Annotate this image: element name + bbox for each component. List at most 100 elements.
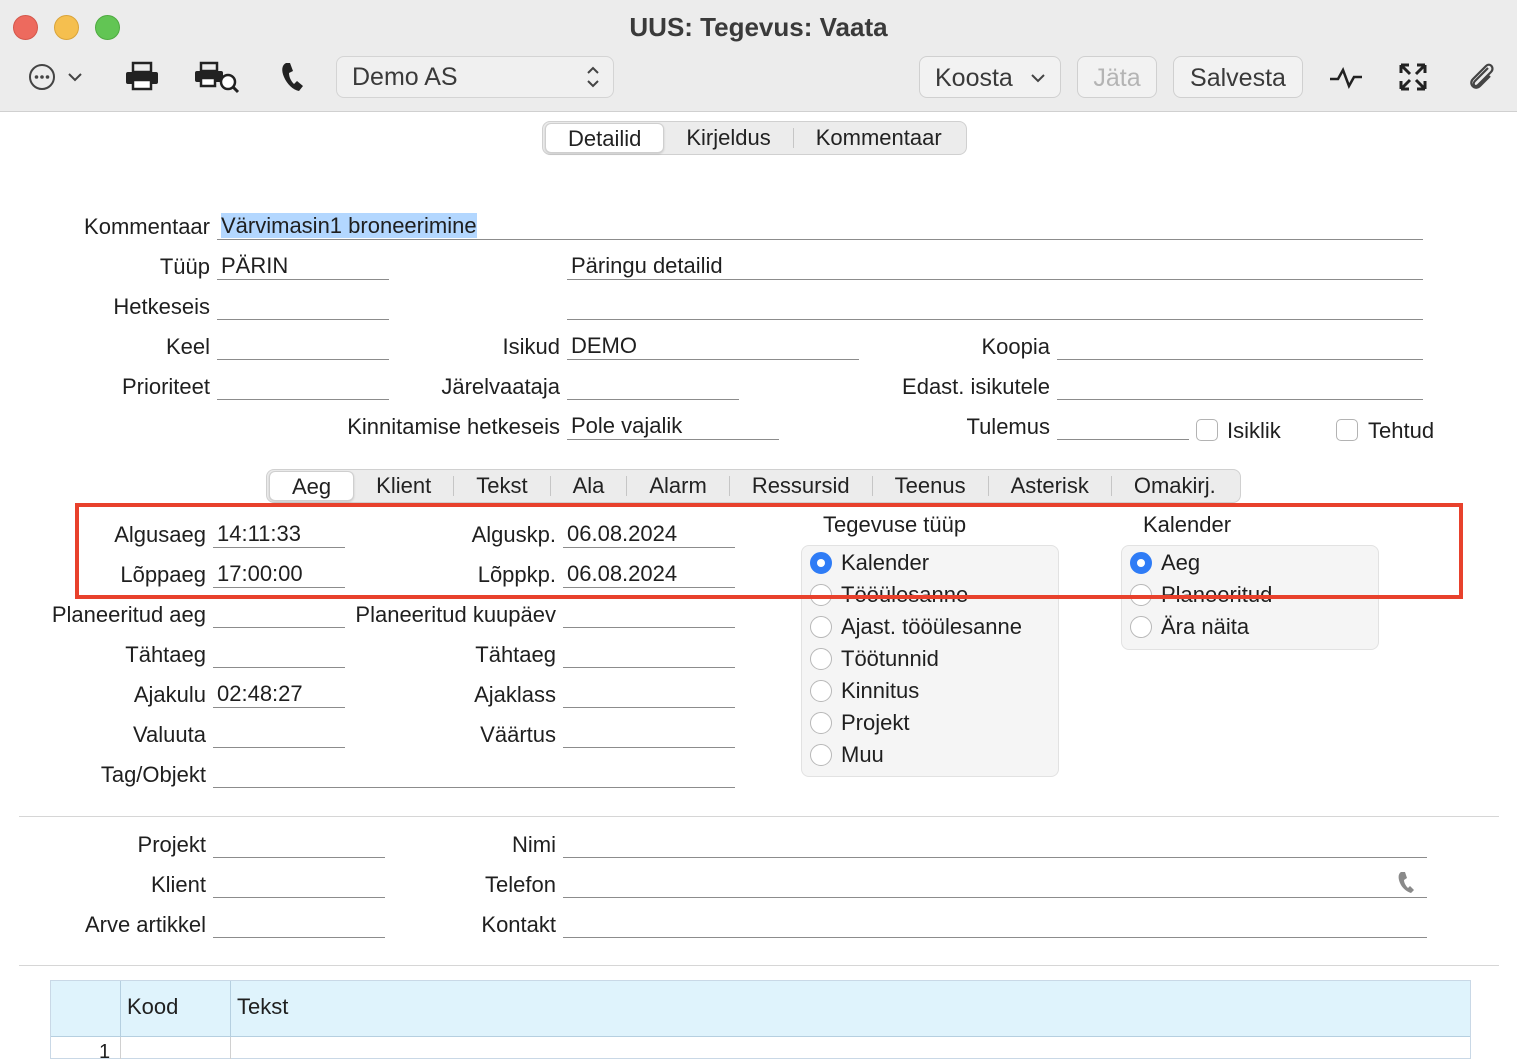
tab-kommentaar[interactable]: Kommentaar xyxy=(794,123,964,153)
print-button[interactable] xyxy=(124,60,160,92)
radio-kinnitus[interactable] xyxy=(810,680,832,702)
jata-button[interactable]: Jäta xyxy=(1077,56,1157,98)
isiklik-checkbox[interactable] xyxy=(1196,419,1218,441)
paringu-detailid-field[interactable]: Päringu detailid xyxy=(567,252,1423,280)
more-actions-button[interactable] xyxy=(28,62,86,92)
nimi-label: Nimi xyxy=(512,832,556,857)
vaartus-label: Väärtus xyxy=(480,722,556,747)
kommentaar-field[interactable]: Värvimasin1 broneerimine xyxy=(217,212,1423,240)
radio-planeeritud-label: Planeeritud xyxy=(1161,582,1273,607)
kinnitamise-hetkeseis-field[interactable]: Pole vajalik xyxy=(567,412,779,440)
alguskp-field[interactable]: 06.08.2024 xyxy=(563,520,735,548)
tab-klient[interactable]: Klient xyxy=(354,471,453,501)
company-select-value: Demo AS xyxy=(352,63,458,91)
print-preview-button[interactable] xyxy=(194,60,240,94)
loppaeg-field[interactable]: 17:00:00 xyxy=(213,560,345,588)
algusaeg-field[interactable]: 14:11:33 xyxy=(213,520,345,548)
radio-muu-label: Muu xyxy=(841,742,884,767)
tab-tekst[interactable]: Tekst xyxy=(454,471,549,501)
tulemus-field[interactable] xyxy=(1057,412,1189,440)
edast-isikutele-label: Edast. isikutele xyxy=(902,374,1050,399)
valuuta-field[interactable] xyxy=(213,720,345,748)
klient-label: Klient xyxy=(150,872,206,897)
radio-ara-naita[interactable] xyxy=(1130,616,1152,638)
tab-asterisk[interactable]: Asterisk xyxy=(989,471,1111,501)
koopia-field[interactable] xyxy=(1057,332,1423,360)
kontakt-field[interactable] xyxy=(563,910,1427,938)
planeeritud-aeg-field[interactable] xyxy=(213,600,345,628)
fullscreen-button[interactable] xyxy=(1398,62,1428,92)
hetkeseis-field[interactable] xyxy=(217,292,389,320)
ellipsis-circle-icon xyxy=(29,64,82,90)
tehtud-checkbox[interactable] xyxy=(1336,419,1358,441)
loppkp-field[interactable]: 06.08.2024 xyxy=(563,560,735,588)
radio-muu[interactable] xyxy=(810,744,832,766)
arve-artikkel-field[interactable] xyxy=(213,910,385,938)
radio-projekt-label: Projekt xyxy=(841,710,910,735)
column-divider xyxy=(120,1037,121,1059)
projekt-label: Projekt xyxy=(137,832,206,857)
radio-projekt[interactable] xyxy=(810,712,832,734)
tuup-field[interactable]: PÄRIN xyxy=(217,252,389,280)
nimi-field[interactable] xyxy=(563,830,1427,858)
updown-chevron-icon xyxy=(585,57,601,109)
salvesta-button[interactable]: Salvesta xyxy=(1173,56,1303,98)
title-bar: UUS: Tegevus: Vaata Demo AS Koosta Jäta … xyxy=(0,0,1517,112)
tab-kirjeldus[interactable]: Kirjeldus xyxy=(664,123,792,153)
paringu-detailid-line2-field[interactable] xyxy=(567,292,1423,320)
tuup-label: Tüüp xyxy=(159,254,210,279)
call-button[interactable] xyxy=(278,60,308,94)
tag-objekt-field[interactable] xyxy=(213,760,735,788)
isiklik-label: Isiklik xyxy=(1227,418,1281,443)
projekt-field[interactable] xyxy=(213,830,385,858)
isikud-field[interactable]: DEMO xyxy=(567,332,859,360)
attachment-button[interactable] xyxy=(1464,60,1498,94)
telefon-field[interactable] xyxy=(563,870,1427,898)
radio-kalender-label: Kalender xyxy=(841,550,930,575)
tahtaeg-field[interactable] xyxy=(213,640,345,668)
radio-tootunnid[interactable] xyxy=(810,648,832,670)
tab-teenus[interactable]: Teenus xyxy=(873,471,988,501)
ajaklass-field[interactable] xyxy=(563,680,735,708)
tahtaeg-label: Tähtaeg xyxy=(125,642,206,667)
klient-field[interactable] xyxy=(213,870,385,898)
tab-alarm[interactable]: Alarm xyxy=(627,471,728,501)
tab-ala[interactable]: Ala xyxy=(551,471,627,501)
radio-tootunnid-label: Töötunnid xyxy=(841,646,939,671)
column-header-tekst[interactable]: Tekst xyxy=(230,981,1471,1037)
radio-kinnitus-label: Kinnitus xyxy=(841,678,920,703)
radio-planeeritud[interactable] xyxy=(1130,584,1152,606)
prioriteet-field[interactable] xyxy=(217,372,389,400)
column-divider xyxy=(230,1037,231,1059)
tab-omakirj[interactable]: Omakirj. xyxy=(1112,471,1238,501)
isikud-label: Isikud xyxy=(502,334,560,359)
vaartus-field[interactable] xyxy=(563,720,735,748)
ajakulu-label: Ajakulu xyxy=(133,682,206,707)
ajakulu-field[interactable]: 02:48:27 xyxy=(213,680,345,708)
activity-button[interactable] xyxy=(1328,62,1364,92)
koosta-button[interactable]: Koosta xyxy=(919,56,1061,98)
edast-isikutele-field[interactable] xyxy=(1057,372,1423,400)
phone-icon xyxy=(282,63,303,91)
radio-ajast-tooulesanne[interactable] xyxy=(810,616,832,638)
window-title: UUS: Tegevus: Vaata xyxy=(629,12,888,42)
planeeritud-kuupaev-field[interactable] xyxy=(563,600,735,628)
radio-kalender[interactable] xyxy=(810,552,832,574)
kontakt-label: Kontakt xyxy=(481,912,556,937)
tab-ressursid[interactable]: Ressursid xyxy=(730,471,872,501)
table-header: Kood Tekst xyxy=(51,981,1470,1037)
tab-aeg[interactable]: Aeg xyxy=(269,471,355,501)
radio-tooulesanne[interactable] xyxy=(810,584,832,606)
telefon-label: Telefon xyxy=(485,872,556,897)
company-select[interactable]: Demo AS xyxy=(336,56,614,98)
keel-field[interactable] xyxy=(217,332,389,360)
valuuta-label: Valuuta xyxy=(133,722,206,747)
radio-aeg[interactable] xyxy=(1130,552,1152,574)
tab-detailid[interactable]: Detailid xyxy=(545,123,665,153)
jarelvaataja-field[interactable] xyxy=(567,372,739,400)
kalender-title: Kalender xyxy=(1143,512,1232,537)
column-header-kood[interactable]: Kood xyxy=(120,981,231,1037)
tahtaeg-date-field[interactable] xyxy=(563,640,735,668)
tulemus-label: Tulemus xyxy=(966,414,1050,439)
telefon-call-button[interactable] xyxy=(1396,870,1418,896)
